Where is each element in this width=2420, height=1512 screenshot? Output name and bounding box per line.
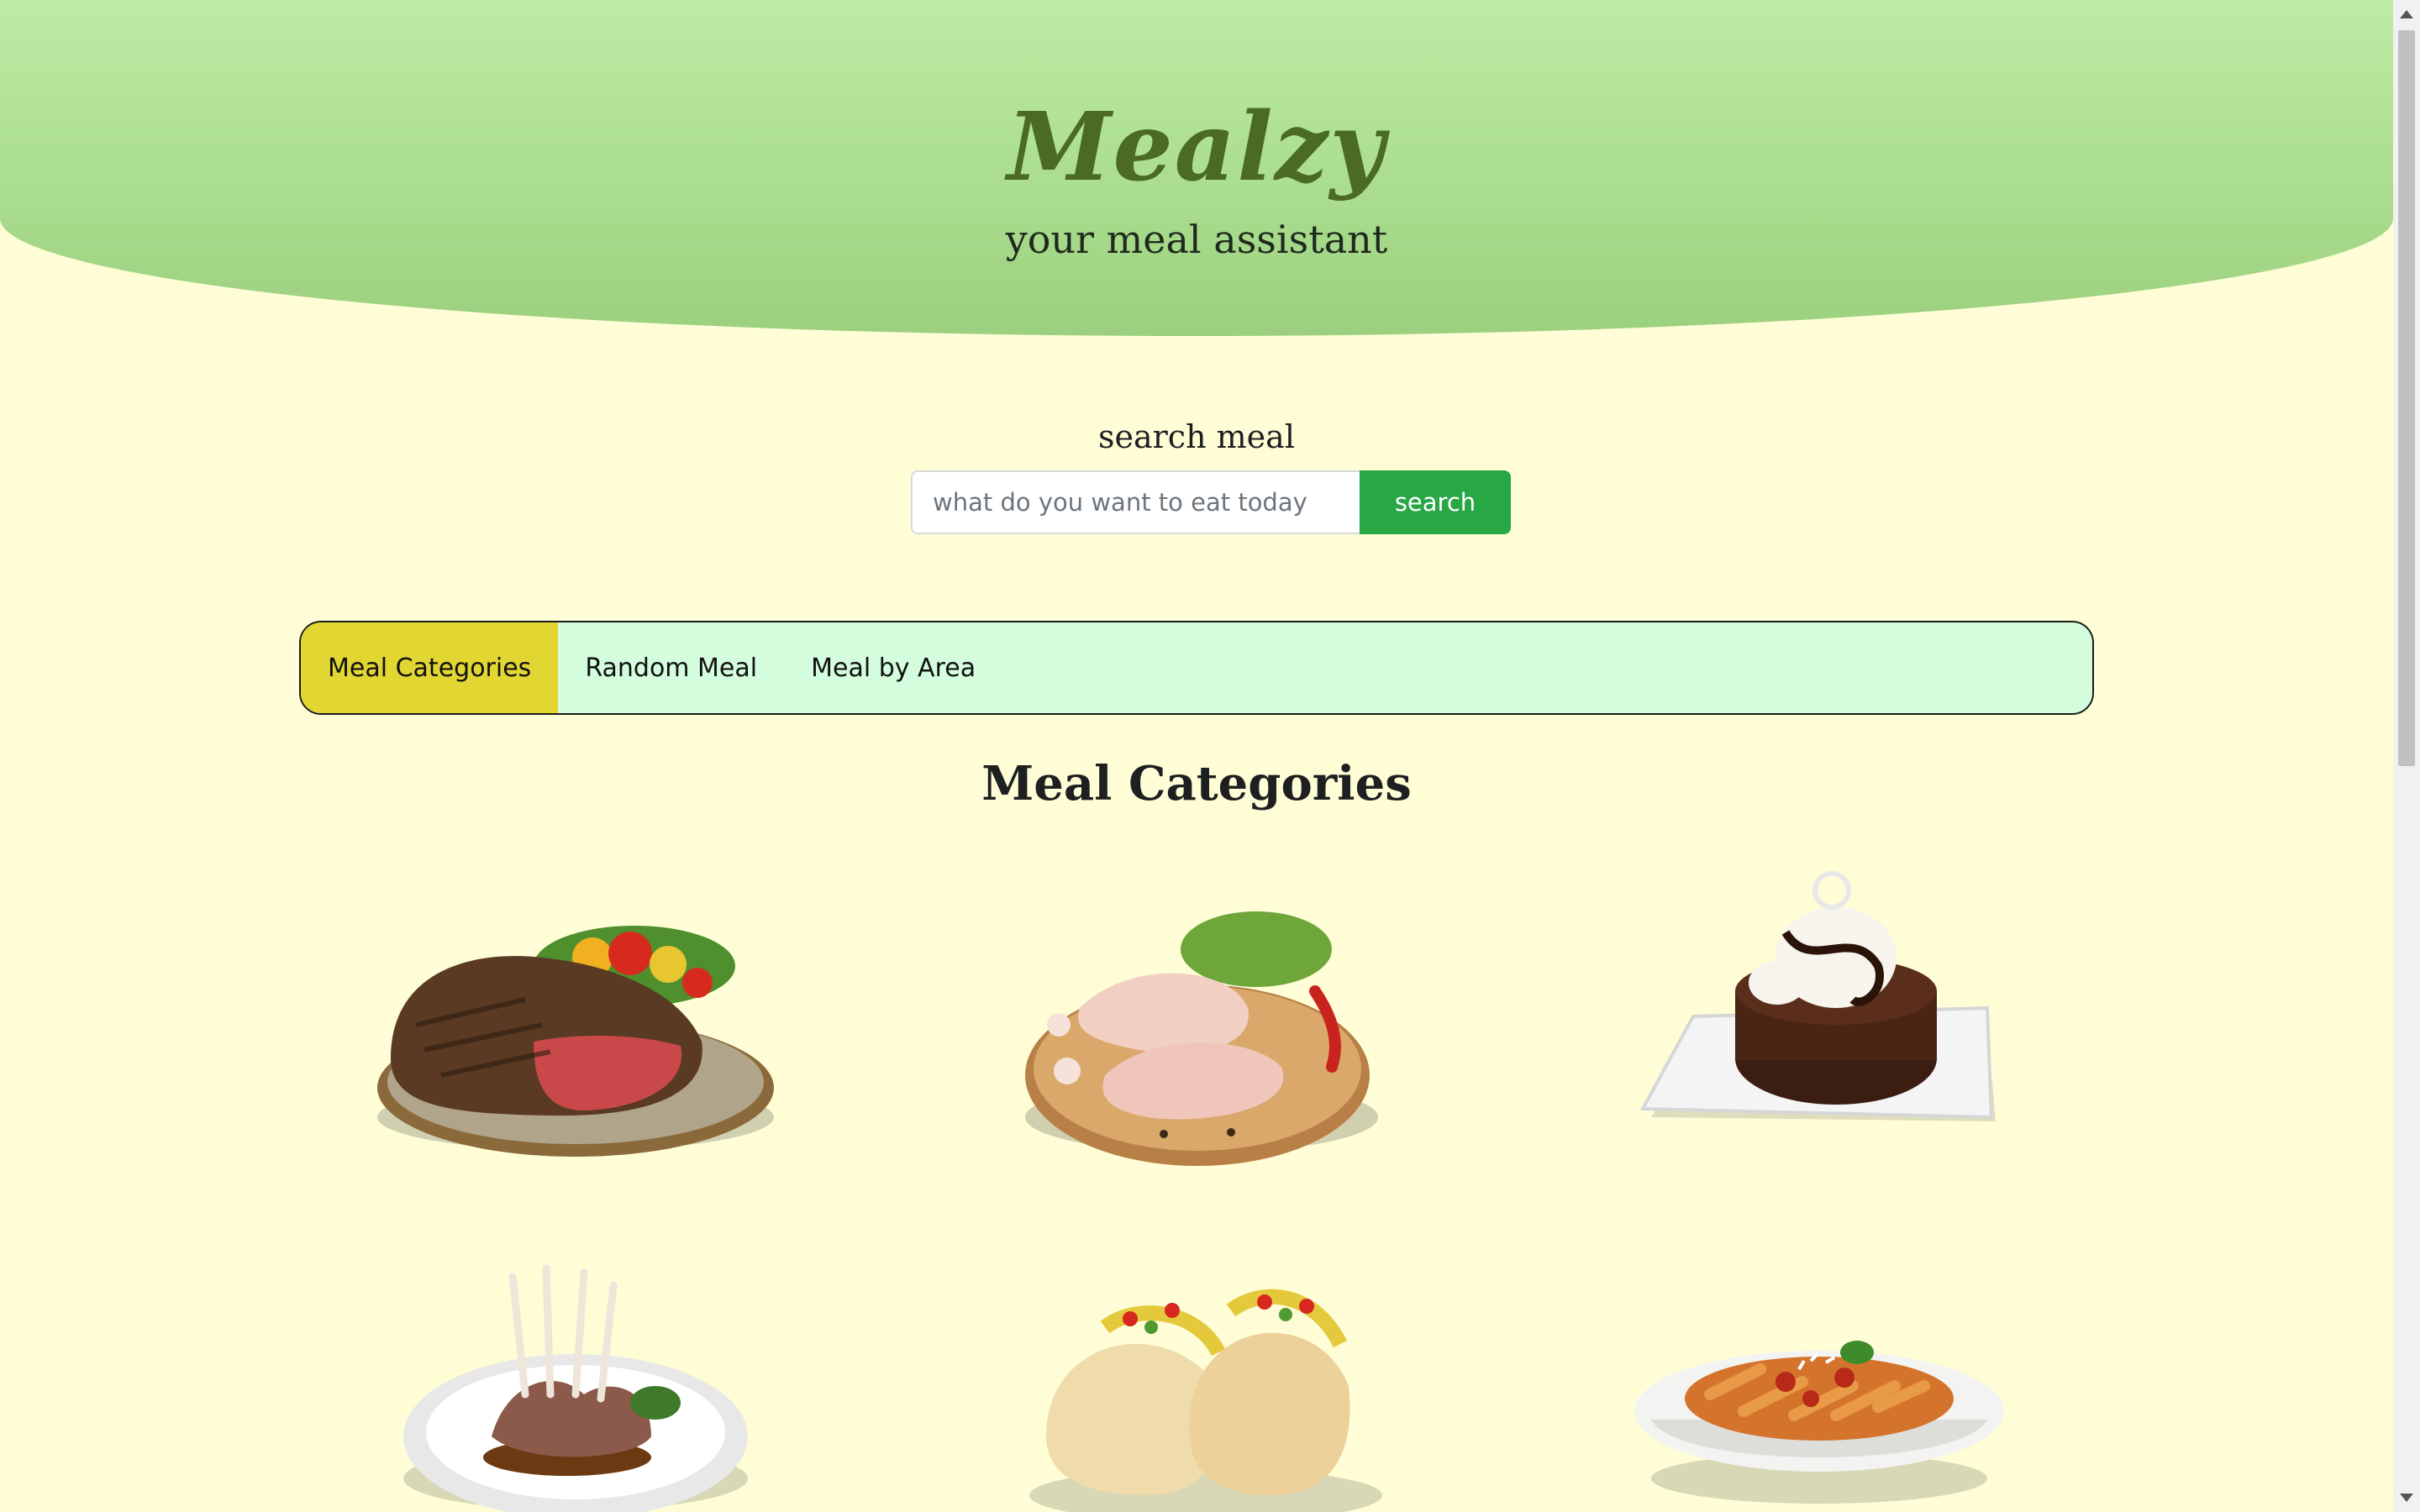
tacos-image <box>1029 1289 1382 1512</box>
tab-random-meal[interactable]: Random Meal <box>558 622 784 713</box>
category-card-chicken[interactable] <box>979 865 1416 1168</box>
tab-meal-by-area[interactable]: Meal by Area <box>784 622 1002 713</box>
category-grid <box>0 865 2393 1512</box>
search-input[interactable] <box>911 470 1360 534</box>
category-card-pasta[interactable] <box>1601 1226 2038 1512</box>
page: Mealzy your meal assistant search meal s… <box>0 0 2393 1512</box>
header-banner: Mealzy your meal assistant <box>0 0 2393 336</box>
scroll-up-arrow-icon[interactable] <box>2400 10 2413 18</box>
lamb-chops-plate-image <box>403 1264 748 1512</box>
category-card-lamb[interactable] <box>357 1226 794 1512</box>
site-title: Mealzy <box>1007 92 1386 202</box>
search-form: search <box>911 470 1511 534</box>
pasta-bowl-image <box>1634 1341 2004 1504</box>
category-card-mexican[interactable] <box>979 1226 1416 1512</box>
chocolate-dessert-plate-image <box>1639 871 1996 1121</box>
tab-meal-categories[interactable]: Meal Categories <box>301 622 559 713</box>
scroll-thumb[interactable] <box>2398 30 2415 766</box>
category-card-dessert[interactable] <box>1601 865 2038 1168</box>
section-title: Meal Categories <box>981 756 1412 811</box>
raw-chicken-legs-board-image <box>1025 911 1378 1166</box>
search-label: search meal <box>1098 418 1295 455</box>
beef-steak-plate-image <box>377 926 774 1157</box>
category-card-beef[interactable] <box>357 865 794 1168</box>
meal-tabs: Meal Categories Random Meal Meal by Area <box>299 621 2094 715</box>
page-scrollbar[interactable] <box>2393 0 2420 1512</box>
site-subtitle: your meal assistant <box>1005 217 1388 262</box>
scroll-down-arrow-icon[interactable] <box>2400 1494 2413 1502</box>
search-button[interactable]: search <box>1360 470 1511 534</box>
